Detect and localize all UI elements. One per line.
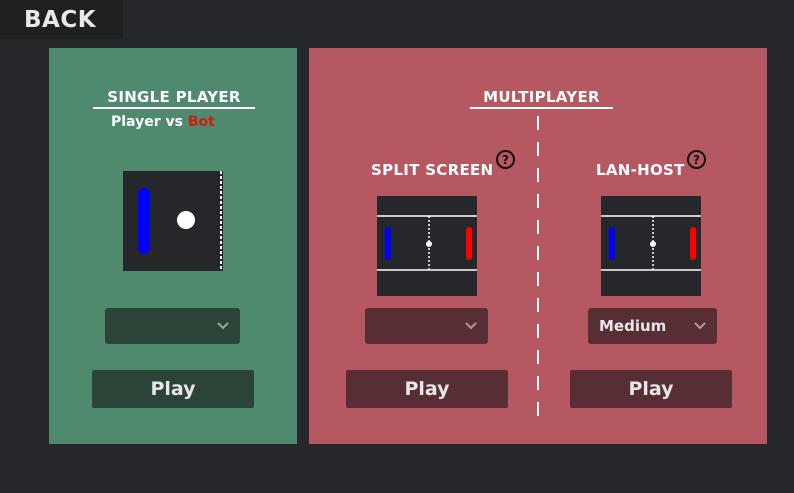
single-difficulty-dropdown[interactable] — [105, 308, 240, 344]
single-player-panel: SINGLE PLAYER Player vs Bot Play — [49, 48, 297, 444]
split-difficulty-dropdown[interactable] — [365, 308, 488, 344]
single-player-preview — [123, 171, 223, 271]
split-preview-graphic — [377, 215, 477, 271]
split-screen-title: SPLIT SCREEN — [371, 161, 494, 179]
ball — [177, 211, 195, 229]
lan-difficulty-dropdown[interactable]: Medium — [588, 308, 717, 344]
ball — [426, 241, 432, 247]
single-player-subtitle: Player vs Bot — [111, 114, 215, 130]
split-screen-preview — [377, 196, 477, 296]
blue-paddle — [609, 227, 615, 260]
multiplayer-panel: MULTIPLAYER SPLIT SCREEN ? Play LAN-HOST… — [309, 48, 767, 444]
single-player-title: SINGLE PLAYER — [93, 88, 255, 109]
lan-play-button[interactable]: Play — [570, 370, 732, 408]
back-button[interactable]: BACK — [0, 0, 123, 39]
lan-preview-graphic — [601, 215, 701, 271]
blue-paddle — [385, 227, 391, 260]
split-screen-help-icon[interactable]: ? — [496, 150, 515, 169]
split-play-button[interactable]: Play — [346, 370, 508, 408]
chevron-down-icon — [694, 322, 706, 330]
chevron-down-icon — [217, 322, 229, 330]
chevron-down-icon — [465, 322, 477, 330]
ball — [650, 241, 656, 247]
subtitle-prefix: Player vs — [111, 114, 188, 130]
subtitle-bot: Bot — [187, 114, 215, 130]
blue-paddle — [138, 188, 150, 254]
lan-host-preview — [601, 196, 701, 296]
lan-host-help-icon[interactable]: ? — [687, 150, 706, 169]
lan-difficulty-value: Medium — [599, 317, 667, 335]
single-preview-graphic — [138, 171, 222, 271]
panel-divider — [537, 116, 539, 416]
red-paddle — [466, 227, 472, 260]
single-play-button[interactable]: Play — [92, 370, 254, 408]
red-paddle — [690, 227, 696, 260]
multiplayer-title: MULTIPLAYER — [470, 88, 613, 109]
lan-host-title: LAN-HOST — [596, 161, 685, 179]
